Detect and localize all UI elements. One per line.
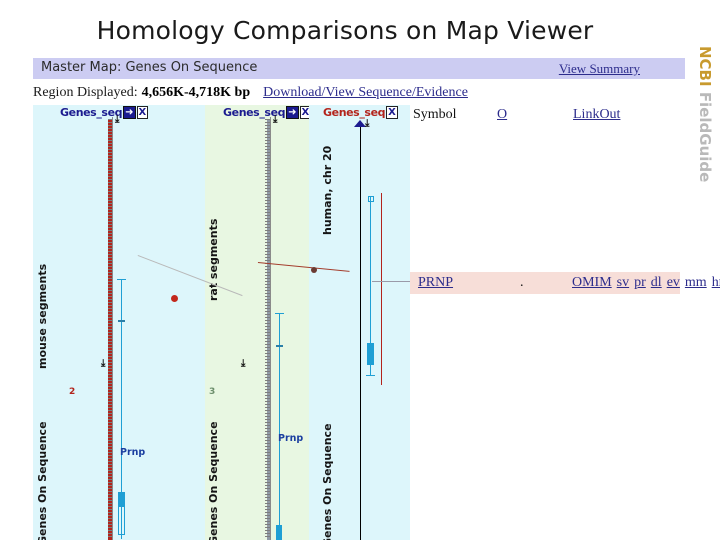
region-displayed-line: Region Displayed: 4,656K-4,718K bp Downl…	[33, 83, 468, 101]
contig-bar-human	[381, 193, 382, 385]
linkout-hm[interactable]: hm	[712, 275, 720, 290]
linkout-omim[interactable]: OMIM	[572, 275, 612, 290]
homology-anchor-dot-mouse	[171, 295, 178, 302]
gene-exon-tick-mouse	[118, 320, 125, 322]
organism-label-human: human, chr 20	[321, 145, 334, 235]
homology-anchor-dot-human	[311, 267, 317, 273]
region-value: 4,656K-4,718K bp	[141, 85, 251, 100]
table-header-symbol: Symbol	[413, 107, 457, 122]
close-icon[interactable]: X	[386, 106, 398, 119]
rail-brand: NCBI	[696, 46, 714, 87]
gene-cap-bottom-human	[366, 375, 375, 376]
gene-exon-box-mouse	[118, 492, 125, 506]
ncbi-fieldguide-rail: NCBI FieldGuide	[694, 46, 720, 246]
linkout-mm[interactable]: mm	[685, 275, 707, 290]
organism-label-mouse: mouse segments	[36, 263, 49, 369]
axis-line-human	[360, 127, 361, 540]
linkout-sv[interactable]: sv	[617, 275, 629, 290]
panel-human-header: Genes_seq X	[323, 106, 398, 120]
rail-text: NCBI FieldGuide	[696, 46, 714, 182]
gene-cap-top-mouse	[117, 279, 126, 280]
footer-label-mouse: Genes On Sequence	[36, 421, 49, 540]
gene-cap-top-rat	[275, 313, 284, 314]
maximize-icon[interactable]: ➜	[286, 106, 299, 119]
maximize-icon[interactable]: ➜	[123, 106, 136, 119]
map-panel-rat: Genes_seq ➜ X rat segments Genes On Sequen…	[205, 105, 309, 540]
organism-label-rat: rat segments	[207, 218, 220, 301]
gene-utr-box-mouse	[118, 506, 125, 535]
map-panel-human: Genes_seq X human, chr 20 Genes On Sequen…	[309, 105, 410, 540]
gene-exon-box-human	[367, 343, 374, 365]
footer-marker-icon-rat: ⤓	[241, 358, 246, 369]
table-row: PRNP . OMIM svprdlevmmhm	[410, 272, 720, 294]
table-header-linkout[interactable]: LinkOut	[573, 107, 620, 127]
screenshot-root: Homology Comparisons on Map Viewer NCBI …	[0, 0, 720, 540]
gene-exon-box-rat	[276, 525, 282, 540]
close-icon[interactable]: X	[136, 106, 149, 119]
rail-sub: FieldGuide	[696, 91, 714, 183]
map-panel-mouse: Genes_seq ➜ X mouse segments Genes On Sequ…	[33, 105, 205, 540]
footer-label-human: Genes On Sequence	[321, 423, 334, 540]
linkout-dl[interactable]: dl	[651, 275, 662, 290]
linkout-ev[interactable]: ev	[667, 275, 680, 290]
region-label: Region Displayed:	[33, 85, 138, 100]
top-marker-icon-human: ⤓	[365, 118, 370, 129]
top-marker-icon-rat: ⤓	[273, 114, 278, 125]
panel-mouse-header: Genes_seq ➜ X	[60, 106, 149, 120]
footer-number-mouse: 2	[69, 387, 76, 397]
master-map-label: Master Map: Genes On Sequence	[41, 60, 258, 75]
gene-label-mouse[interactable]: Prnp	[120, 447, 145, 458]
footer-number-rat: 3	[209, 387, 216, 397]
gene-cap-top-human	[368, 196, 374, 202]
footer-label-rat: Genes On Sequence	[207, 421, 220, 540]
footer-marker-icon-mouse: ⤓	[101, 358, 106, 369]
download-view-sequence-link[interactable]: Download/View Sequence/Evidence	[263, 85, 468, 100]
view-summary-link[interactable]: View Summary	[559, 61, 640, 77]
track-name-human: Genes_seq	[323, 106, 386, 119]
gene-label-rat[interactable]: Prnp	[278, 433, 303, 444]
o-column-value: .	[520, 275, 524, 290]
ruler-line-rat	[270, 117, 271, 540]
gene-exon-tick-rat	[276, 345, 283, 347]
close-icon[interactable]: X	[299, 106, 309, 119]
top-marker-icon-mouse: ⤓	[115, 114, 120, 125]
linkout-links: OMIM svprdlevmmhm	[572, 275, 720, 291]
linkout-pr[interactable]: pr	[634, 275, 646, 290]
table-header-o[interactable]: O	[497, 107, 507, 127]
panel-rat-header: Genes_seq ➜ X	[223, 106, 309, 120]
page-title: Homology Comparisons on Map Viewer	[96, 16, 594, 45]
ruler-line-mouse	[112, 117, 113, 540]
master-map-bar: Master Map: Genes On Sequence View Summa…	[33, 58, 685, 79]
gene-symbol-link[interactable]: PRNP	[418, 275, 453, 291]
